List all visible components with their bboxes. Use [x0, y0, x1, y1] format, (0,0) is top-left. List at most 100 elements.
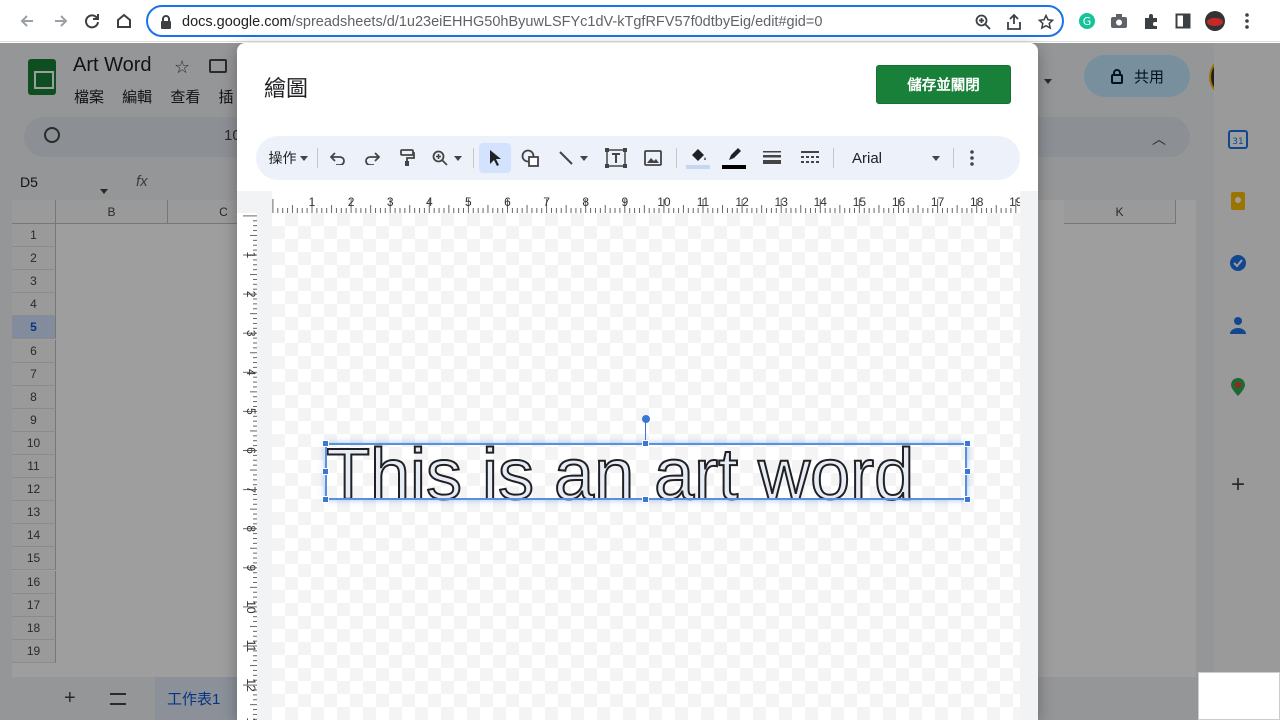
line-menu[interactable]	[552, 143, 594, 173]
ruler-label: 7	[543, 195, 550, 209]
line-icon	[559, 151, 573, 165]
ruler-label: 11	[244, 640, 257, 653]
ruler-label: 16	[892, 195, 906, 209]
undo-icon[interactable]	[324, 143, 352, 173]
resize-handle[interactable]	[642, 496, 649, 503]
ruler-label: 1	[309, 195, 316, 209]
ruler-label: 9	[621, 195, 628, 209]
toolbar-divider	[833, 148, 834, 168]
border-weight-icon[interactable]	[757, 143, 787, 173]
vertical-ruler: 12345678910111213	[237, 213, 257, 720]
ruler-label: 2	[348, 195, 355, 209]
ruler-label: 3	[244, 330, 257, 337]
lock-icon[interactable]	[156, 12, 176, 32]
paint-format-icon[interactable]	[393, 143, 421, 173]
actions-menu[interactable]: 操作	[266, 143, 310, 173]
more-options-icon[interactable]	[960, 143, 984, 173]
image-icon[interactable]	[638, 143, 668, 173]
toolbar-divider	[953, 148, 954, 168]
reload-icon[interactable]	[79, 8, 105, 34]
horizontal-ruler: 1 2 3 4 5 6 7 8 9 10 11 12 13 14 15 16 17 18 19	[272, 191, 1020, 213]
resize-handle[interactable]	[322, 468, 329, 475]
border-dash-icon[interactable]	[795, 143, 825, 173]
chevron-down-icon	[580, 155, 588, 161]
video-thumbnail	[1198, 672, 1280, 720]
ruler-label: 5	[465, 195, 472, 209]
share-page-icon[interactable]	[1004, 12, 1024, 32]
ruler-label: 8	[244, 525, 257, 532]
ruler-label: 17	[931, 195, 945, 209]
side-panel-icon[interactable]	[1171, 9, 1195, 33]
chevron-down-icon	[932, 155, 940, 161]
profile-avatar[interactable]	[1203, 9, 1227, 33]
resize-handle[interactable]	[964, 496, 971, 503]
home-icon[interactable]	[111, 8, 137, 34]
resize-handle[interactable]	[642, 440, 649, 447]
bookmark-star-icon[interactable]	[1036, 12, 1056, 32]
selection-box[interactable]	[325, 443, 967, 500]
browser-menu-icon[interactable]	[1235, 9, 1259, 33]
ruler-label: 12	[735, 195, 749, 209]
ruler-label: 9	[244, 564, 257, 571]
back-icon[interactable]	[14, 8, 40, 34]
ruler-label: 4	[426, 195, 433, 209]
zoom-menu[interactable]	[428, 143, 466, 173]
ruler-label: 6	[504, 195, 511, 209]
ruler-label: 13	[775, 195, 789, 209]
grammarly-extension-icon[interactable]: G	[1075, 9, 1099, 33]
zoom-icon	[432, 150, 448, 166]
ruler-label: 10	[657, 195, 671, 209]
extensions-puzzle-icon[interactable]	[1139, 9, 1163, 33]
ruler-label: 5	[244, 408, 257, 415]
border-color-icon[interactable]	[719, 143, 749, 173]
zoom-icon[interactable]	[973, 12, 993, 32]
canvas-area: 1 2 3 4 5 6 7 8 9 10 11 12 13 14 15 16 17 18 19 1234567891…	[237, 191, 1038, 720]
svg-text:G: G	[1083, 15, 1092, 28]
url-path: /spreadsheets/d/1u23eiEHHG50hByuwLSFYc1d…	[291, 14, 823, 30]
drawing-toolbar: 操作 Arial	[256, 136, 1020, 180]
fill-color-icon[interactable]	[683, 143, 713, 173]
chevron-down-icon	[299, 155, 308, 161]
toolbar-divider	[473, 148, 474, 168]
chevron-down-icon	[454, 155, 462, 161]
toolbar-divider	[676, 148, 677, 168]
ruler-label: 12	[244, 678, 257, 692]
ruler-label: 3	[387, 195, 394, 209]
resize-handle[interactable]	[322, 440, 329, 447]
resize-handle[interactable]	[964, 468, 971, 475]
font-name: Arial	[852, 149, 883, 167]
drawing-dialog: 繪圖 儲存並關閉 操作 Arial 1 2 3 4 5 6 7 8 9 10 1…	[237, 43, 1038, 720]
ruler-label: 19	[1009, 195, 1020, 209]
camera-extension-icon[interactable]	[1107, 9, 1131, 33]
ruler-label: 4	[244, 369, 257, 376]
shape-icon[interactable]	[516, 143, 546, 173]
ruler-label: 7	[244, 486, 257, 493]
save-and-close-button[interactable]: 儲存並關閉	[876, 65, 1011, 104]
url-text: docs.google.com/spreadsheets/d/1u23eiEHH…	[182, 14, 822, 30]
ruler-label: 6	[244, 447, 257, 454]
ruler-label: 18	[970, 195, 984, 209]
rotate-handle[interactable]	[642, 415, 650, 423]
resize-handle[interactable]	[322, 496, 329, 503]
ruler-label: 2	[244, 291, 257, 298]
dialog-title: 繪圖	[264, 76, 309, 101]
ruler-label: 15	[853, 195, 867, 209]
toolbar-divider	[317, 148, 318, 168]
ruler-label: 10	[244, 600, 257, 614]
ruler-label: 8	[582, 195, 589, 209]
browser-chrome: docs.google.com/spreadsheets/d/1u23eiEHH…	[0, 0, 1280, 42]
ruler-label: 14	[814, 195, 828, 209]
resize-handle[interactable]	[964, 440, 971, 447]
select-cursor-icon[interactable]	[479, 143, 511, 173]
actions-label: 操作	[268, 150, 297, 166]
address-bar[interactable]: docs.google.com/spreadsheets/d/1u23eiEHH…	[146, 5, 1064, 37]
rotate-connector	[645, 420, 646, 442]
drawing-canvas[interactable]: This is an art word	[272, 213, 1020, 720]
font-family-menu[interactable]: Arial	[846, 143, 946, 173]
redo-icon[interactable]	[358, 143, 386, 173]
ruler-label: 11	[697, 195, 710, 209]
forward-icon[interactable]	[48, 8, 74, 34]
text-box-icon[interactable]	[601, 143, 631, 173]
url-host: docs.google.com	[182, 14, 292, 30]
ruler-label: 1	[244, 252, 257, 259]
